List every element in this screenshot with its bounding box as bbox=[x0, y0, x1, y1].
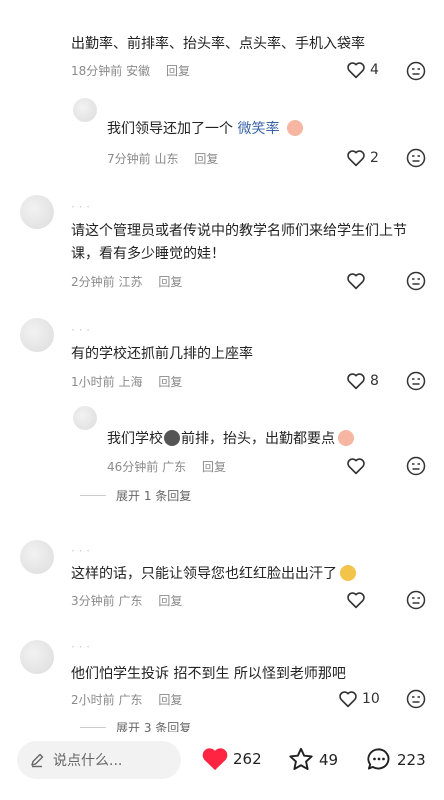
cat-emoji-icon bbox=[164, 430, 180, 446]
avatar[interactable] bbox=[73, 98, 97, 122]
comment-location: 山东 bbox=[154, 152, 179, 166]
favorite-count: 49 bbox=[319, 750, 339, 769]
like-count: 10 bbox=[362, 691, 380, 707]
heart-icon bbox=[347, 150, 365, 167]
emoji-icon bbox=[340, 565, 356, 581]
reply-button[interactable]: 回复 bbox=[158, 594, 182, 608]
reply-button[interactable]: 回复 bbox=[158, 693, 182, 707]
comment-text: 出勤率、前排率、抬头率、点头率、手机入袋率 bbox=[71, 36, 365, 52]
comment-meta: 7分钟前 山东 回复 bbox=[107, 150, 218, 167]
dislike-icon[interactable] bbox=[406, 590, 426, 610]
favorite-button[interactable]: 49 bbox=[287, 746, 338, 773]
heart-icon bbox=[347, 273, 365, 290]
reply-button[interactable]: 回复 bbox=[202, 460, 226, 474]
like-button[interactable] bbox=[346, 591, 366, 609]
like-button[interactable]: 8 bbox=[346, 372, 379, 390]
heart-icon bbox=[347, 373, 365, 390]
username[interactable]: · · · bbox=[71, 323, 90, 337]
bottom-action-bar: 说点什么... 262 49 223 bbox=[0, 732, 444, 800]
comment-meta: 2小时前 广东 回复 bbox=[71, 691, 182, 708]
comment-input[interactable]: 说点什么... bbox=[17, 741, 181, 779]
comment-text: 我们学校 前排，抬头，出勤都要点 bbox=[107, 428, 354, 451]
comment-location: 江苏 bbox=[118, 275, 143, 289]
comment-text: 有的学校还抓前几排的上座率 bbox=[71, 346, 253, 362]
avatar[interactable] bbox=[20, 640, 54, 674]
comment-location: 广东 bbox=[118, 594, 143, 608]
reply-button[interactable]: 回复 bbox=[158, 275, 182, 289]
username[interactable]: · · · bbox=[71, 544, 90, 558]
comment-text: 我们领导还加了一个 微笑率 bbox=[107, 118, 303, 141]
heart-icon bbox=[347, 592, 365, 609]
input-placeholder: 说点什么... bbox=[53, 753, 123, 769]
divider bbox=[80, 495, 106, 496]
comment-time: 1小时前 bbox=[71, 375, 115, 389]
emoji-icon bbox=[338, 430, 354, 446]
expand-label: 展开 1 条回复 bbox=[116, 489, 192, 503]
topic-link[interactable]: 微笑率 bbox=[237, 121, 279, 137]
comment-time: 46分钟前 bbox=[107, 460, 159, 474]
chat-bubble-icon bbox=[367, 748, 390, 770]
comment-time: 2分钟前 bbox=[71, 275, 115, 289]
dislike-icon[interactable] bbox=[406, 689, 426, 709]
expand-replies-button[interactable]: 展开 1 条回复 bbox=[80, 487, 191, 504]
comment-location: 安徽 bbox=[126, 64, 151, 78]
reply-button[interactable]: 回复 bbox=[194, 152, 218, 166]
comment-meta: 1小时前 上海 回复 bbox=[71, 373, 182, 390]
heart-filled-icon bbox=[202, 748, 228, 771]
like-button[interactable] bbox=[346, 272, 366, 290]
comment-count: 223 bbox=[397, 750, 426, 769]
dislike-icon[interactable] bbox=[406, 271, 426, 291]
avatar[interactable] bbox=[20, 318, 54, 352]
comment-meta: 18分钟前 安徽 回复 bbox=[71, 62, 190, 79]
star-icon bbox=[289, 747, 313, 771]
comment-location: 广东 bbox=[162, 460, 187, 474]
comment-meta: 46分钟前 广东 回复 bbox=[107, 458, 226, 475]
reply-button[interactable]: 回复 bbox=[166, 64, 190, 78]
avatar[interactable] bbox=[20, 540, 54, 574]
heart-icon bbox=[347, 458, 365, 475]
text-part: 这样的话，只能让领导您也红红脸出出汗了 bbox=[71, 566, 337, 582]
text-part: 我们学校 bbox=[107, 431, 163, 447]
comment-text: 这样的话，只能让领导您也红红脸出出汗了 bbox=[71, 563, 356, 586]
comment-meta: 3分钟前 广东 回复 bbox=[71, 592, 182, 609]
dislike-icon[interactable] bbox=[406, 148, 426, 168]
dislike-icon[interactable] bbox=[406, 371, 426, 391]
like-post-button[interactable]: 262 bbox=[201, 746, 262, 772]
emoji-icon bbox=[286, 120, 303, 136]
like-count: 4 bbox=[370, 62, 379, 78]
comments-button[interactable]: 223 bbox=[365, 746, 426, 773]
like-count: 262 bbox=[233, 750, 262, 768]
text-part: 我们领导还加了一个 bbox=[107, 121, 233, 137]
dislike-icon[interactable] bbox=[406, 456, 426, 476]
username[interactable]: · · · bbox=[71, 200, 90, 214]
dislike-icon[interactable] bbox=[406, 61, 426, 81]
heart-icon bbox=[347, 62, 365, 79]
pencil-icon bbox=[31, 753, 44, 768]
comment-text: 他们怕学生投诉 招不到生 所以怪到老师那吧 bbox=[71, 666, 346, 682]
username[interactable]: · · · bbox=[71, 640, 90, 654]
like-count: 8 bbox=[370, 373, 379, 389]
text-part: 前排，抬头，出勤都要点 bbox=[181, 431, 335, 447]
divider bbox=[80, 727, 106, 728]
comment-time: 2小时前 bbox=[71, 693, 115, 707]
heart-icon bbox=[339, 691, 357, 708]
like-count: 2 bbox=[370, 150, 379, 166]
comment-meta: 2分钟前 江苏 回复 bbox=[71, 273, 182, 290]
comment-time: 3分钟前 bbox=[71, 594, 115, 608]
like-button[interactable]: 2 bbox=[346, 149, 379, 167]
avatar[interactable] bbox=[73, 406, 97, 430]
like-button[interactable] bbox=[346, 457, 366, 475]
comment-location: 上海 bbox=[118, 375, 143, 389]
comment-time: 18分钟前 bbox=[71, 64, 123, 78]
like-button[interactable]: 4 bbox=[346, 61, 379, 79]
comment-location: 广东 bbox=[118, 693, 143, 707]
reply-button[interactable]: 回复 bbox=[158, 375, 182, 389]
like-button[interactable]: 10 bbox=[338, 690, 380, 708]
comment-time: 7分钟前 bbox=[107, 152, 151, 166]
comment-text: 请这个管理员或者传说中的教学名师们来给学生们上节课，看有多少睡觉的娃！ bbox=[71, 223, 407, 262]
avatar[interactable] bbox=[20, 195, 54, 229]
